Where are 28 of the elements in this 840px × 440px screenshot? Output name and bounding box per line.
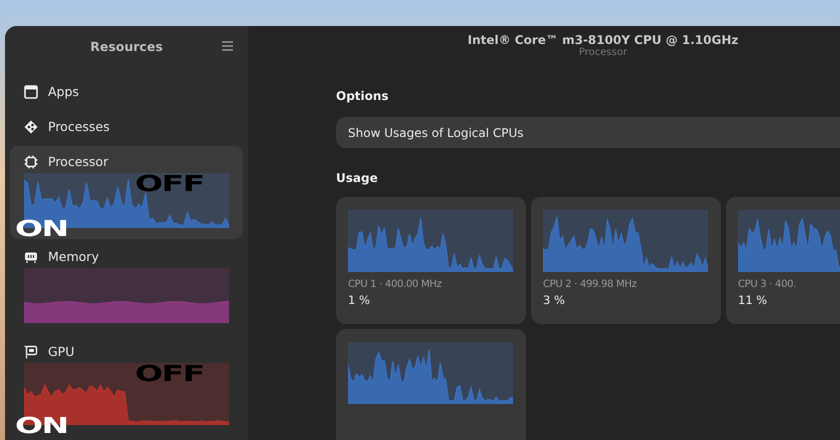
- graphics-card-icon: [24, 344, 38, 358]
- chip-icon: [24, 154, 38, 168]
- sticker-label: OFF: [135, 362, 204, 387]
- cpu-label: CPU 3 · 400.: [738, 278, 798, 290]
- memory-icon: [24, 250, 38, 264]
- section-heading: Options: [336, 89, 389, 104]
- window-icon: [24, 84, 38, 98]
- window-subtitle: Processor: [578, 47, 628, 58]
- cpu-percent: 1 %: [348, 292, 371, 307]
- cpu-percent: 3 %: [543, 292, 566, 307]
- sidebar-title: Resources: [90, 38, 163, 54]
- window-title: Intel® Core™ m3-8100Y CPU @ 1.10GHz: [468, 33, 738, 47]
- cpu-label: CPU 1 · 400.00 MHz: [348, 278, 443, 290]
- sidebar-item-label: Memory: [48, 249, 99, 264]
- sidebar-item-label: GPU: [48, 344, 74, 359]
- diamond-icon: [24, 120, 38, 134]
- section-heading: Usage: [336, 170, 378, 185]
- sidebar-item[interactable]: Processes: [10, 111, 243, 142]
- cpu-percent: 11 %: [738, 292, 768, 307]
- sidebar-item[interactable]: Apps: [10, 76, 243, 107]
- sidebar-item-label: Apps: [48, 84, 79, 99]
- cpu-label: CPU 2 · 499.98 MHz: [543, 278, 638, 290]
- sidebar-item[interactable]: Memory: [10, 241, 243, 334]
- menu-icon[interactable]: [222, 41, 233, 51]
- sidebar-item-label: Processes: [48, 119, 110, 134]
- option-row[interactable]: Show Usages of Logical CPUs: [336, 117, 840, 148]
- sidebar-item-label: Processor: [48, 154, 108, 169]
- sticker-label: OFF: [135, 172, 204, 197]
